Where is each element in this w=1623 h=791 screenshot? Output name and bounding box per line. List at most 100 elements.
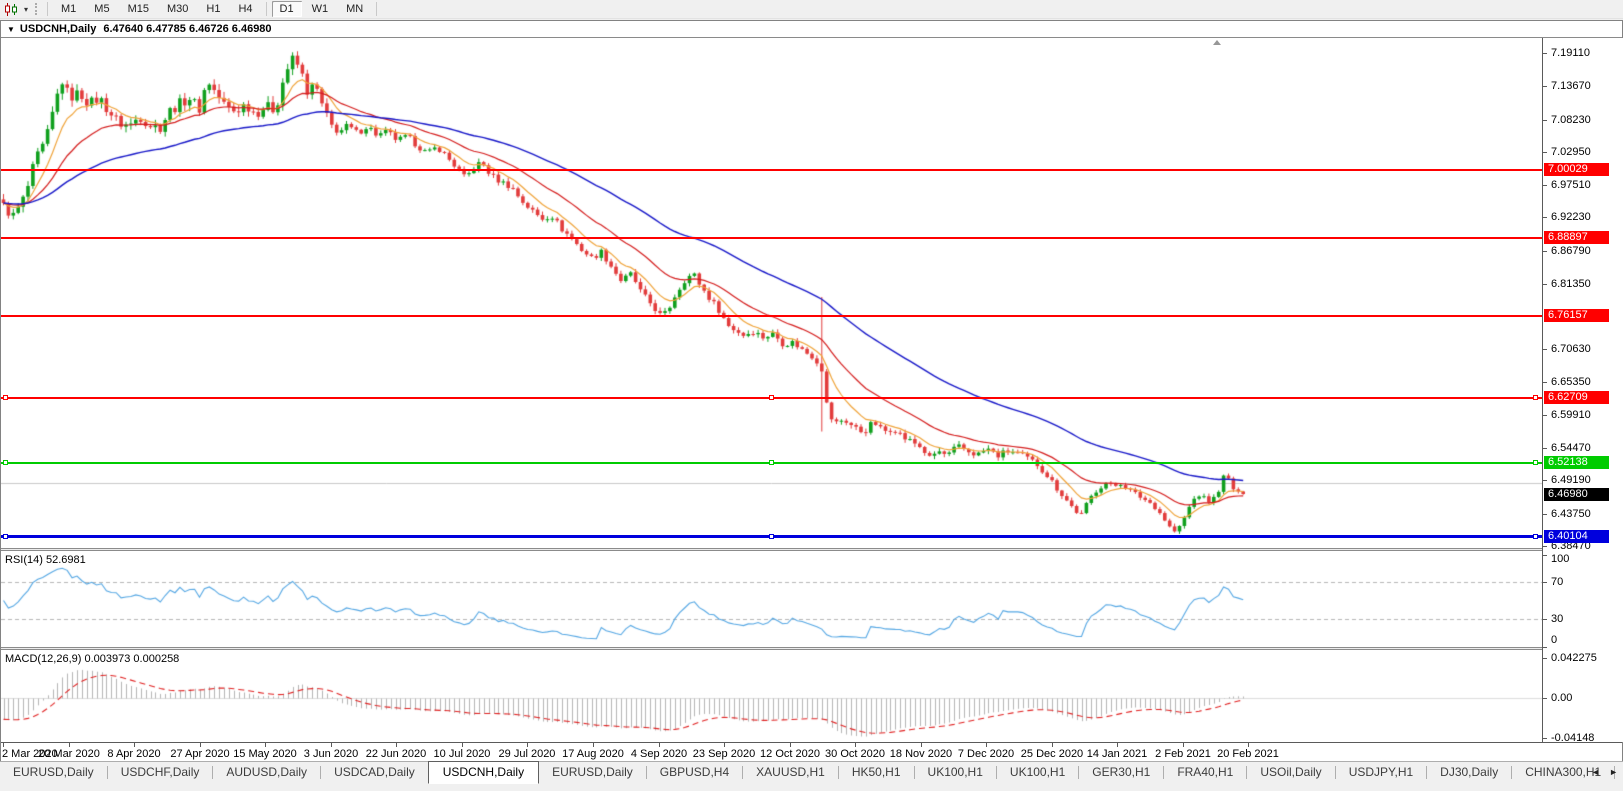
line-handle-6.62709-1[interactable] xyxy=(769,395,774,400)
price-tick-label: 7.02950 xyxy=(1551,146,1591,158)
chart-tab-bar: EURUSD,DailyUSDCHF,DailyAUDUSD,DailyUSDC… xyxy=(0,761,1623,783)
price-tick-mark xyxy=(1543,217,1547,218)
price-tick-mark xyxy=(1543,152,1547,153)
rsi-canvas[interactable] xyxy=(1,551,1542,646)
price-tick-label: 7.08230 xyxy=(1551,114,1591,126)
rsi-name: RSI(14) xyxy=(5,554,43,566)
tab-usdjpy-h1[interactable]: USDJPY,H1 xyxy=(1336,762,1426,783)
tab-xauusd-h1[interactable]: XAUUSD,H1 xyxy=(743,762,838,783)
toolbar-separator xyxy=(47,2,48,16)
line-handle-6.52138-1[interactable] xyxy=(769,460,774,465)
toolbar-separator xyxy=(376,2,377,16)
time-axis[interactable]: 2 Mar 202020 Mar 20208 Apr 202027 Apr 20… xyxy=(1,742,1622,761)
chevron-down-icon[interactable]: ▾ xyxy=(22,5,32,14)
timeframe-button-m5[interactable]: M5 xyxy=(86,1,117,17)
toolbar-separator xyxy=(266,2,267,16)
price-label-6.62709: 6.62709 xyxy=(1544,391,1609,404)
tab-eurusd-daily[interactable]: EURUSD,Daily xyxy=(0,762,107,783)
tab-usoil-daily[interactable]: USOil,Daily xyxy=(1247,762,1334,783)
timeframe-button-m15[interactable]: M15 xyxy=(120,1,157,17)
line-handle-6.62709-2[interactable] xyxy=(1533,395,1538,400)
price-tick-label: 6.54470 xyxy=(1551,442,1591,454)
price-label-7.00029: 7.00029 xyxy=(1544,163,1609,176)
line-handle-6.40104-2[interactable] xyxy=(1533,534,1538,539)
timeframe-button-m30[interactable]: M30 xyxy=(159,1,196,17)
price-tick-label: 6.43750 xyxy=(1551,508,1591,520)
macd-axis-label: 0.00 xyxy=(1551,692,1572,704)
tab-dj30-daily[interactable]: DJ30,Daily xyxy=(1427,762,1511,783)
date-tick-mark xyxy=(1117,743,1118,747)
rsi-tick-mark xyxy=(1543,555,1547,556)
price-label-6.88897: 6.88897 xyxy=(1544,231,1609,244)
rsi-axis-label: 0 xyxy=(1551,634,1557,646)
horizontal-line-6.76157[interactable] xyxy=(1,315,1542,317)
timeframe-button-h4[interactable]: H4 xyxy=(230,1,260,17)
main-chart-canvas[interactable] xyxy=(1,39,1542,548)
timeframe-button-mn[interactable]: MN xyxy=(338,1,371,17)
rsi-axis-label: 30 xyxy=(1551,613,1563,625)
date-label: 18 Nov 2020 xyxy=(884,748,958,760)
date-tick-mark xyxy=(69,743,70,747)
date-label: 17 Aug 2020 xyxy=(556,748,630,760)
date-label: 2 Feb 2021 xyxy=(1146,748,1220,760)
price-tick-mark xyxy=(1543,120,1547,121)
expand-arrow-icon[interactable]: ▼ xyxy=(1,25,20,34)
tab-usdcnh-daily[interactable]: USDCNH,Daily xyxy=(428,761,539,784)
line-handle-6.40104-1[interactable] xyxy=(769,534,774,539)
horizontal-line-6.88897[interactable] xyxy=(1,237,1542,239)
rsi-tick-mark xyxy=(1543,582,1547,583)
price-tick-mark xyxy=(1543,415,1547,416)
tab-uk100-h1[interactable]: UK100,H1 xyxy=(997,762,1078,783)
price-tick-mark xyxy=(1543,86,1547,87)
rsi-axis-label: 100 xyxy=(1551,553,1569,565)
date-label: 12 Oct 2020 xyxy=(753,748,827,760)
tab-scroll-left-icon[interactable]: ◄ xyxy=(1591,767,1600,777)
date-label: 29 Jul 2020 xyxy=(490,748,564,760)
timeframe-button-w1[interactable]: W1 xyxy=(304,1,337,17)
tab-gbpusd-h4[interactable]: GBPUSD,H4 xyxy=(647,762,742,783)
date-tick-mark xyxy=(396,743,397,747)
timeframe-button-m1[interactable]: M1 xyxy=(53,1,84,17)
timeframe-button-d1[interactable]: D1 xyxy=(272,1,302,17)
price-tick-mark xyxy=(1543,349,1547,350)
tab-hk50-h1[interactable]: HK50,H1 xyxy=(839,762,914,783)
date-label: 23 Sep 2020 xyxy=(687,748,761,760)
price-axis[interactable]: 7.191107.136707.082307.029506.975106.922… xyxy=(1542,38,1623,742)
tab-uk100-h1[interactable]: UK100,H1 xyxy=(915,762,996,783)
timeframe-button-h1[interactable]: H1 xyxy=(198,1,228,17)
price-tick-label: 6.65350 xyxy=(1551,376,1591,388)
chart-shift-marker xyxy=(1213,40,1221,45)
tab-ger30-h1[interactable]: GER30,H1 xyxy=(1079,762,1163,783)
macd-axis-label: 0.042275 xyxy=(1551,652,1597,664)
tab-scroll-right-icon[interactable]: ► xyxy=(1609,767,1618,777)
date-label: 15 May 2020 xyxy=(228,748,302,760)
line-handle-6.52138-2[interactable] xyxy=(1533,460,1538,465)
chart-symbol-title: USDCNH,Daily xyxy=(20,23,96,35)
date-tick-mark xyxy=(265,743,266,747)
price-tick-label: 6.81350 xyxy=(1551,278,1591,290)
line-handle-6.52138-0[interactable] xyxy=(3,460,8,465)
date-label: 20 Feb 2021 xyxy=(1211,748,1285,760)
date-label: 20 Mar 2020 xyxy=(32,748,106,760)
tab-usdchf-daily[interactable]: USDCHF,Daily xyxy=(108,762,213,783)
rsi-indicator-label: RSI(14) 52.6981 xyxy=(5,554,86,566)
toolbar-drag-handle[interactable] xyxy=(35,3,37,15)
tab-eurusd-daily[interactable]: EURUSD,Daily xyxy=(539,762,646,783)
rsi-axis-label: 70 xyxy=(1551,576,1563,588)
price-tick-label: 6.59910 xyxy=(1551,409,1591,421)
horizontal-line-7.00029[interactable] xyxy=(1,169,1542,171)
date-label: 4 Sep 2020 xyxy=(622,748,696,760)
macd-canvas[interactable] xyxy=(1,650,1542,742)
price-label-6.52138: 6.52138 xyxy=(1544,456,1609,469)
macd-tick-mark xyxy=(1543,738,1547,739)
candlestick-chart-icon xyxy=(4,3,19,16)
date-tick-mark xyxy=(1052,743,1053,747)
price-tick-mark xyxy=(1543,546,1547,547)
date-tick-mark xyxy=(331,743,332,747)
chart-type-button[interactable] xyxy=(0,1,22,17)
line-handle-6.40104-0[interactable] xyxy=(3,534,8,539)
tab-fra40-h1[interactable]: FRA40,H1 xyxy=(1164,762,1246,783)
line-handle-6.62709-0[interactable] xyxy=(3,395,8,400)
tab-audusd-daily[interactable]: AUDUSD,Daily xyxy=(213,762,320,783)
tab-usdcad-daily[interactable]: USDCAD,Daily xyxy=(321,762,428,783)
